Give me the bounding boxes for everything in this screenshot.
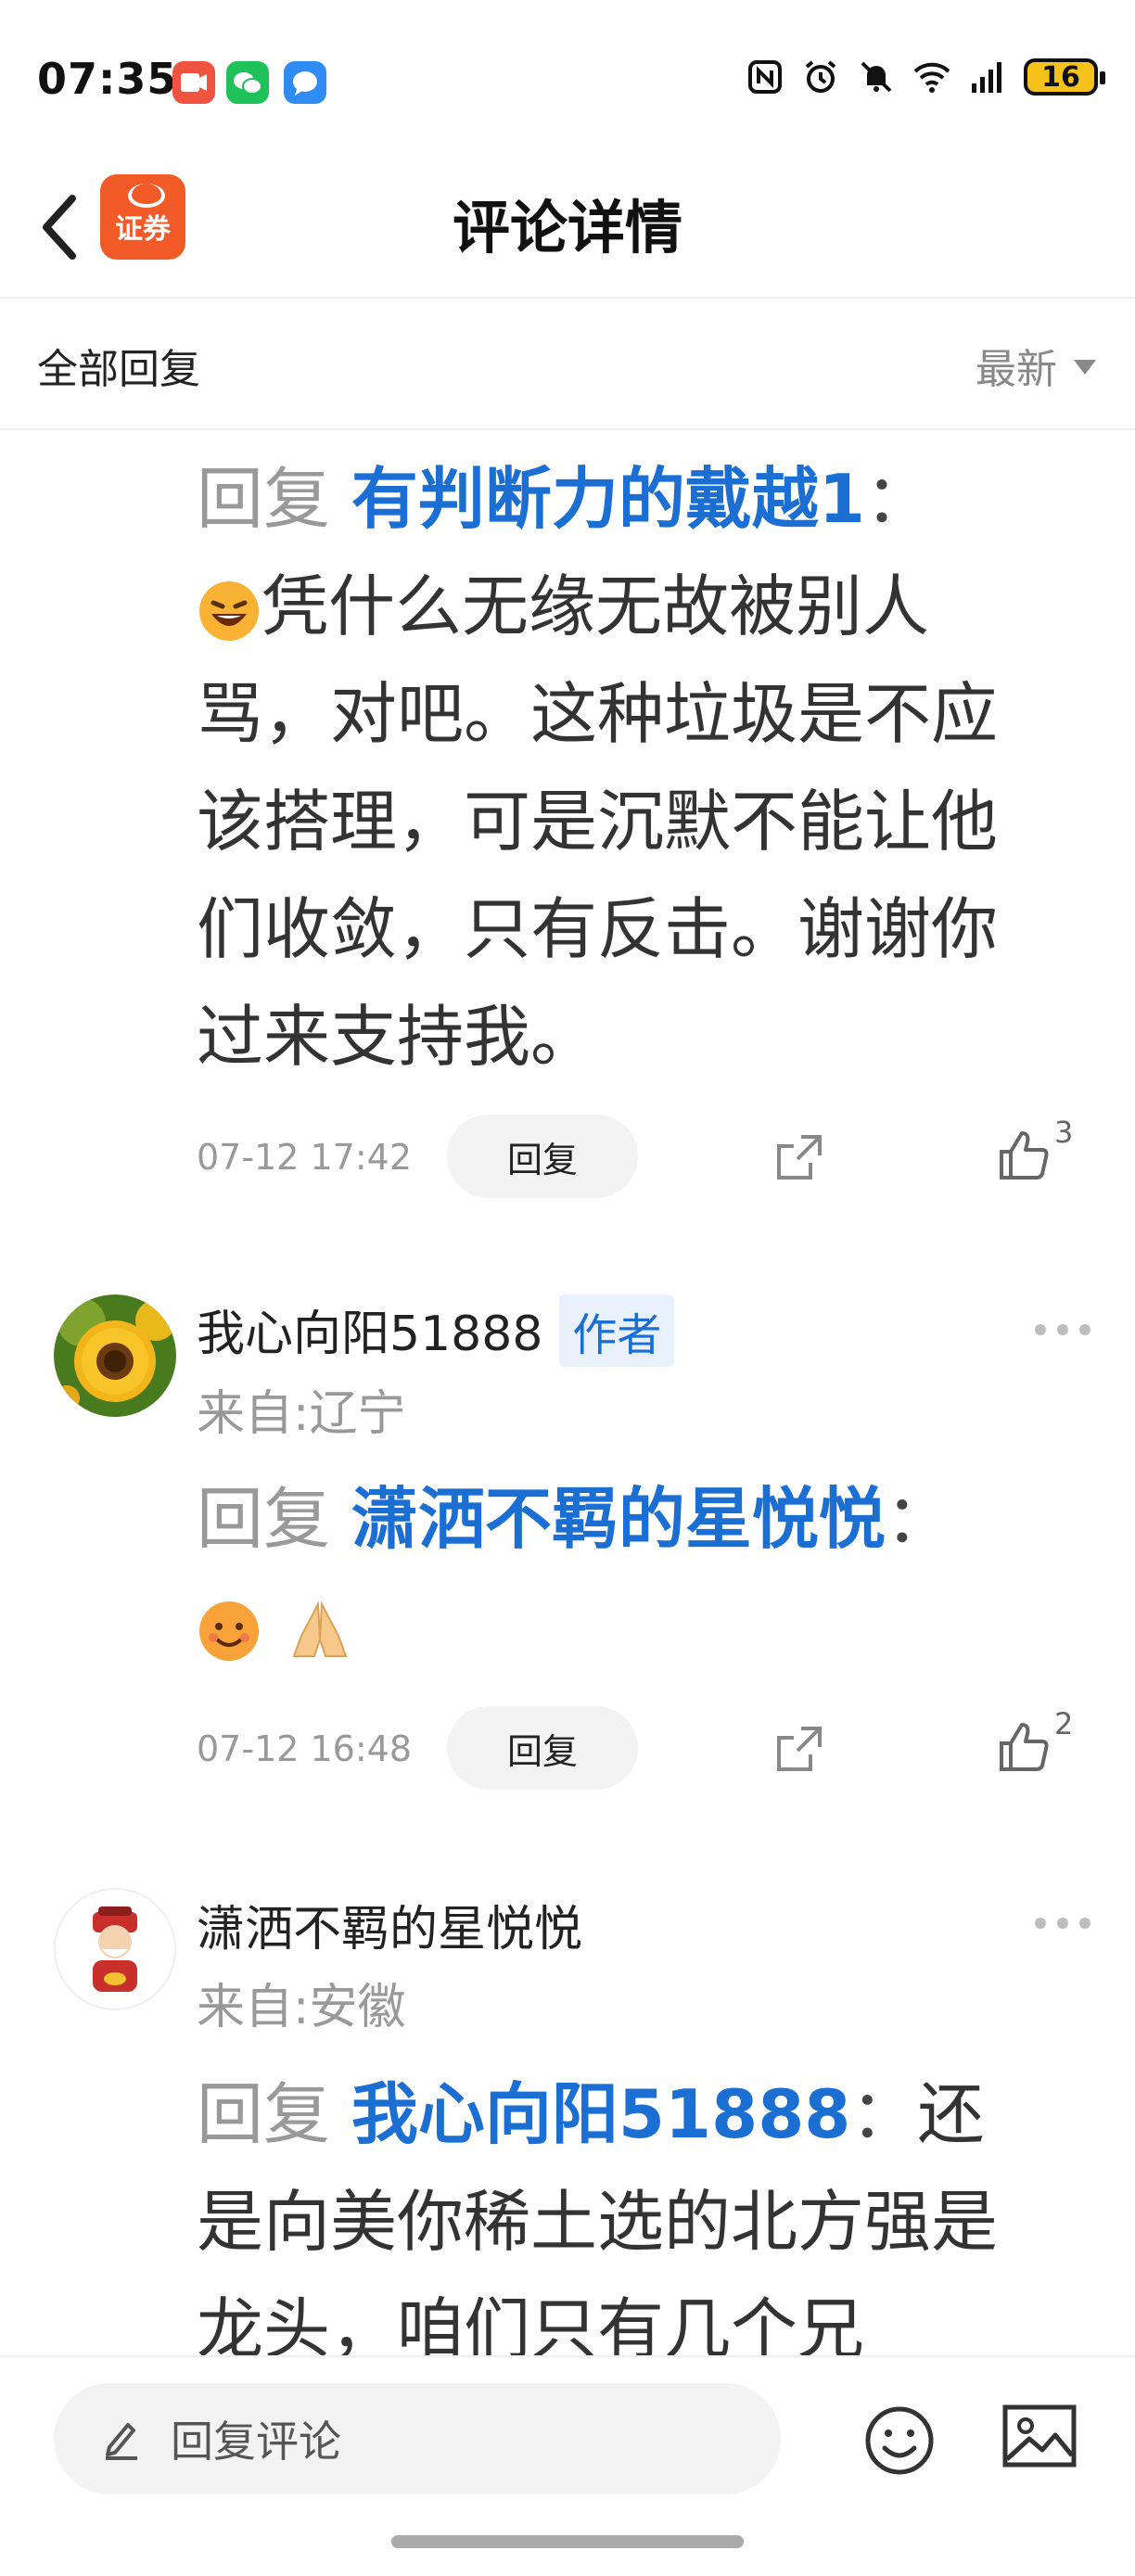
filter-bar: 全部回复 最新 xyxy=(0,299,1135,428)
message-notification-icon xyxy=(284,61,326,104)
sort-label: 最新 xyxy=(976,346,1057,393)
like-icon[interactable] xyxy=(996,1719,1052,1775)
comment-body: 回复 有判断力的戴越1： 凭什么无缘无故被别人骂，对吧。这种垃圾是不应该搭理，可… xyxy=(197,445,1050,1090)
comment-text: 凭什么无缘无故被别人骂，对吧。这种垃圾是不应该搭理，可是沉默不能让他们收敛，只有… xyxy=(197,567,999,1076)
like-icon[interactable] xyxy=(996,1128,1052,1183)
reply-colon: ： xyxy=(885,1480,952,1558)
home-indicator[interactable] xyxy=(391,2535,744,2548)
reply-input-label: 回复评论 xyxy=(171,2417,341,2467)
alarm-icon xyxy=(805,60,836,93)
comment-body: 回复 潇洒不羁的星悦悦： xyxy=(197,1465,1050,1680)
status-time: 07:35 xyxy=(37,54,178,104)
username[interactable]: 潇洒不羁的星悦悦 xyxy=(197,1890,582,1959)
comment-time: 07-12 16:48 xyxy=(197,1728,413,1769)
smile-emoji-icon xyxy=(199,1601,259,1662)
comment-body: 回复 我心向阳51888：还是向美你稀土选的北方强是龙头，咱们只有几个兄 xyxy=(197,2060,1050,2383)
more-options-icon[interactable] xyxy=(1035,1324,1090,1343)
fortune-god-avatar-icon xyxy=(56,1890,174,2009)
location-label: 来自:辽宁 xyxy=(197,1386,406,1442)
image-icon[interactable] xyxy=(1001,2404,1078,2468)
wechat-notification-icon xyxy=(226,61,269,104)
emoji-icon[interactable] xyxy=(862,2404,937,2478)
all-replies-label: 全部回复 xyxy=(37,346,200,393)
reply-comment-input[interactable]: 回复评论 xyxy=(54,2383,781,2494)
avatar[interactable] xyxy=(54,1294,176,1417)
page-title: 评论详情 xyxy=(452,194,682,261)
sunflower-avatar-icon xyxy=(54,1294,176,1417)
dropdown-triangle-icon xyxy=(1074,360,1096,375)
signal-icon xyxy=(972,62,1001,93)
mute-icon xyxy=(861,61,892,93)
nfc-icon xyxy=(748,60,782,94)
reply-colon: ： xyxy=(865,460,933,538)
pen-icon xyxy=(106,2423,137,2460)
reply-prefix: 回复 xyxy=(197,2075,331,2153)
praying-hands-emoji-icon xyxy=(292,1600,348,1658)
comment-meta: 07-12 16:48 回复 2 xyxy=(197,1706,1087,1790)
filter-divider xyxy=(0,428,1135,430)
reply-target-link[interactable]: 潇洒不羁的星悦悦 xyxy=(351,1480,886,1558)
wifi-icon xyxy=(913,62,950,93)
more-options-icon[interactable] xyxy=(1035,1918,1090,1936)
like-count: 2 xyxy=(1054,1706,1074,1741)
laughing-emoji-icon xyxy=(199,581,259,642)
status-bar: 07:35 16 xyxy=(0,0,1135,158)
video-app-notification-icon xyxy=(172,61,215,104)
author-badge: 作者 xyxy=(559,1294,675,1367)
avatar[interactable] xyxy=(54,1888,176,2010)
share-icon[interactable] xyxy=(773,1723,825,1775)
like-count: 3 xyxy=(1054,1115,1074,1150)
reply-button[interactable]: 回复 xyxy=(447,1115,638,1198)
reply-target-link[interactable]: 我心向阳51888 xyxy=(351,2075,851,2153)
status-icons: 16 xyxy=(746,57,1105,96)
username[interactable]: 我心向阳51888 作者 xyxy=(197,1294,675,1367)
reply-prefix: 回复 xyxy=(197,460,331,538)
location-label: 来自:安徽 xyxy=(197,1980,406,2035)
username-text: 潇洒不羁的星悦悦 xyxy=(197,1902,583,1958)
sort-dropdown[interactable]: 最新 xyxy=(976,336,1096,395)
reply-prefix: 回复 xyxy=(197,1480,331,1558)
reply-colon: ： xyxy=(850,2075,918,2153)
reply-button[interactable]: 回复 xyxy=(447,1706,638,1790)
share-icon[interactable] xyxy=(773,1131,825,1183)
username-text: 我心向阳51888 xyxy=(197,1307,543,1362)
battery-icon: 16 xyxy=(1024,58,1105,96)
comment-meta: 07-12 17:42 回复 3 xyxy=(197,1115,1087,1198)
comment-time: 07-12 17:42 xyxy=(197,1137,413,1178)
reply-target-link[interactable]: 有判断力的戴越1 xyxy=(351,460,865,538)
bottom-bar: 回复评论 xyxy=(0,2355,1135,2576)
